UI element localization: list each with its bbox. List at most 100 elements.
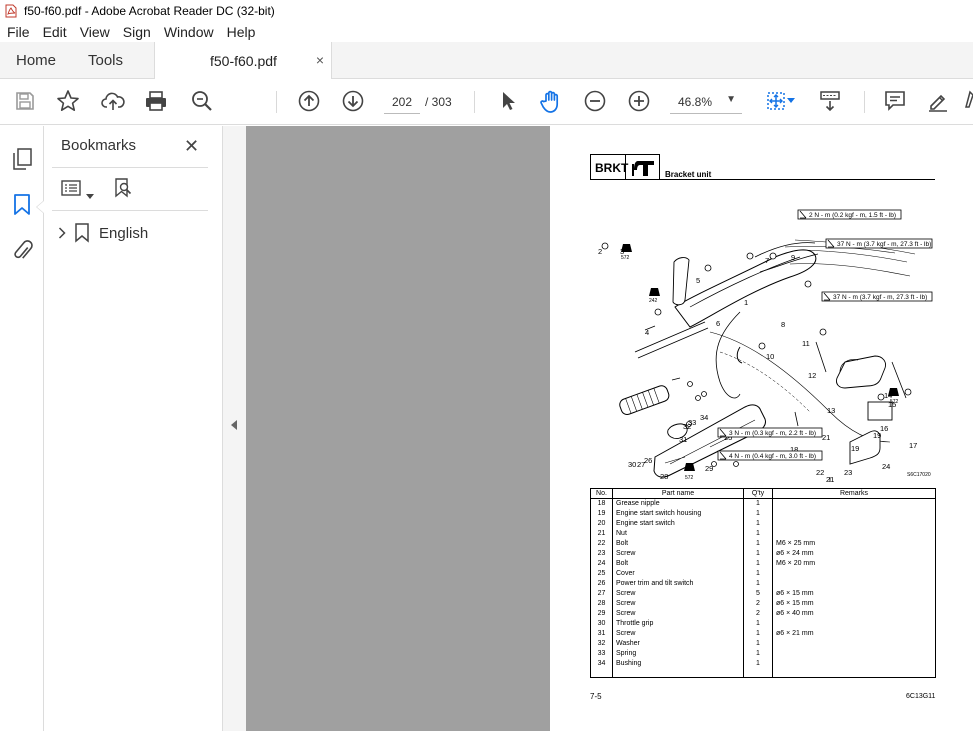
- part-qty: 1: [743, 498, 773, 509]
- zoom-in-icon[interactable]: [627, 89, 651, 113]
- arrow-up-circle-icon[interactable]: [297, 89, 321, 113]
- svg-text:37 N - m (3.7 kgf - m, 27.3 ft: 37 N - m (3.7 kgf - m, 27.3 ft - lb): [833, 294, 927, 301]
- pen-icon[interactable]: [926, 89, 950, 113]
- part-remarks: ø6 × 24 mm: [772, 549, 936, 559]
- part-name: Nut: [612, 529, 744, 539]
- table-row: 22 Bolt 1 M6 × 25 mm: [590, 539, 936, 549]
- pages-thumbnail-icon[interactable]: [11, 147, 33, 176]
- part-no: 23: [590, 549, 613, 559]
- print-icon[interactable]: [144, 89, 168, 113]
- part-qty: 1: [743, 539, 773, 549]
- chevron-down-icon[interactable]: [86, 186, 94, 204]
- table-row: 23 Screw 1 ø6 × 24 mm: [590, 549, 936, 559]
- collapse-arrow-icon[interactable]: [231, 420, 237, 430]
- svg-text:4 N - m (0.4 kgf - m, 3.0 ft -: 4 N - m (0.4 kgf - m, 3.0 ft - lb): [729, 453, 816, 460]
- sealant-marker-icon: 242: [649, 288, 660, 304]
- part-name: Bushing: [612, 659, 744, 669]
- part-remarks: [772, 619, 936, 629]
- arrow-down-circle-icon[interactable]: [341, 89, 365, 113]
- menu-help[interactable]: Help: [220, 24, 262, 40]
- column-header-part-name: Part name: [612, 488, 744, 499]
- part-no: 19: [590, 509, 613, 519]
- callout-21b: 21: [822, 433, 830, 442]
- svg-text:242: 242: [649, 298, 658, 304]
- tab-tools[interactable]: Tools: [88, 42, 123, 79]
- star-icon[interactable]: [56, 89, 80, 113]
- part-remarks: [772, 529, 936, 539]
- part-no: 28: [590, 599, 613, 609]
- part-name: Screw: [612, 549, 744, 559]
- tab-close-icon[interactable]: ×: [316, 52, 324, 68]
- part-remarks: [772, 579, 936, 589]
- cursor-icon[interactable]: [496, 89, 520, 113]
- document-viewport[interactable]: BRKT Bracket unit 1 2 4 5 6 7 8 9 10 11 …: [246, 126, 973, 731]
- page-number-input[interactable]: [384, 90, 420, 114]
- toolbar-divider: [474, 91, 475, 113]
- bookmark-options-icon[interactable]: [61, 179, 81, 202]
- part-no: 18: [590, 498, 613, 509]
- bookmark-icon[interactable]: [13, 193, 31, 222]
- tab-home[interactable]: Home: [16, 42, 56, 79]
- part-no: 26: [590, 579, 613, 589]
- table-row: 28 Screw 2 ø6 × 15 mm: [590, 599, 936, 609]
- part-name: Throttle grip: [612, 619, 744, 629]
- callout-19-label: 19: [873, 431, 881, 440]
- find-bookmark-icon[interactable]: [113, 177, 135, 204]
- part-qty: 1: [743, 659, 773, 669]
- hand-icon[interactable]: [539, 89, 563, 113]
- torque-spec-2: 37 N - m (3.7 kgf - m, 27.3 ft - lb): [825, 238, 933, 249]
- table-row: 25 Cover 1: [590, 569, 936, 579]
- panel-splitter[interactable]: [222, 126, 246, 731]
- more-tools-icon[interactable]: [962, 89, 973, 113]
- chevron-down-icon[interactable]: [786, 89, 796, 113]
- toolbar-divider: [276, 91, 277, 113]
- menu-edit[interactable]: Edit: [36, 24, 73, 40]
- part-qty: 1: [743, 639, 773, 649]
- part-remarks: M6 × 25 mm: [772, 539, 936, 549]
- comment-icon[interactable]: [883, 89, 907, 113]
- menu-view[interactable]: View: [73, 24, 116, 40]
- attachment-icon[interactable]: [12, 239, 34, 268]
- part-remarks: [772, 649, 936, 659]
- part-no: 33: [590, 649, 613, 659]
- parts-table: No. Part name Q'ty Remarks 18 Grease nipp…: [590, 488, 936, 678]
- window-title: f50-f60.pdf - Adobe Acrobat Reader DC (3…: [24, 4, 275, 18]
- torque-spec-4: 3 N - m (0.3 kgf - m, 2.2 ft - lb): [717, 427, 823, 438]
- part-qty: 1: [743, 519, 773, 529]
- zoom-select[interactable]: 46.8% ▼: [670, 90, 742, 114]
- column-header-no: No.: [590, 488, 613, 499]
- bookmark-label: English: [99, 224, 149, 242]
- chevron-right-icon[interactable]: [58, 227, 66, 239]
- part-no: 32: [590, 639, 613, 649]
- bookmark-icon: [75, 223, 89, 243]
- table-row: 34 Bushing 1: [590, 659, 936, 669]
- save-icon[interactable]: [13, 89, 37, 113]
- part-remarks: [772, 639, 936, 649]
- table-row: 20 Engine start switch 1: [590, 519, 936, 529]
- table-row: 18 Grease nipple 1: [590, 498, 936, 509]
- zoom-search-icon[interactable]: [190, 89, 214, 113]
- menu-file[interactable]: File: [0, 24, 36, 40]
- part-name: Cover: [612, 569, 744, 579]
- part-no: 29: [590, 609, 613, 619]
- scroll-mode-icon[interactable]: [818, 89, 842, 113]
- close-icon[interactable]: ✕: [184, 136, 199, 157]
- zoom-out-icon[interactable]: [583, 89, 607, 113]
- acrobat-window: f50-f60.pdf - Adobe Acrobat Reader DC (3…: [0, 0, 973, 731]
- part-qty: 1: [743, 559, 773, 569]
- menu-sign[interactable]: Sign: [116, 24, 157, 40]
- pdf-page: BRKT Bracket unit 1 2 4 5 6 7 8 9 10 11 …: [550, 126, 973, 731]
- table-row: 26 Power trim and tilt switch 1: [590, 579, 936, 589]
- table-row: 19 Engine start switch housing 1: [590, 509, 936, 519]
- page-total: / 303: [425, 95, 452, 109]
- menu-window[interactable]: Window: [157, 24, 220, 40]
- part-no: 20: [590, 519, 613, 529]
- part-qty: 1: [743, 579, 773, 589]
- fit-page-icon[interactable]: [764, 89, 788, 113]
- sealant-marker-icon: 572: [888, 388, 899, 405]
- tab-document[interactable]: f50-f60.pdf ×: [154, 42, 332, 80]
- bookmark-item-english[interactable]: English: [58, 222, 148, 244]
- table-row: 30 Throttle grip 1: [590, 619, 936, 629]
- table-row: 33 Spring 1: [590, 649, 936, 659]
- cloud-upload-icon[interactable]: [101, 89, 125, 113]
